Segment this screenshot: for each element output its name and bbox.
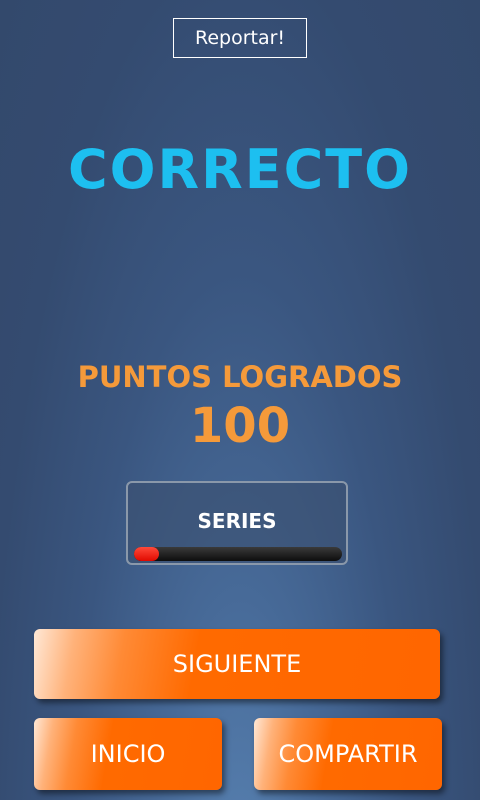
report-button[interactable]: Reportar! <box>173 18 307 58</box>
series-panel: SERIES <box>126 481 348 565</box>
series-progress-track <box>134 547 342 561</box>
series-label: SERIES <box>197 509 277 533</box>
home-button[interactable]: INICIO <box>34 718 222 790</box>
share-button[interactable]: COMPARTIR <box>254 718 442 790</box>
next-button[interactable]: SIGUIENTE <box>34 629 440 699</box>
points-label: PUNTOS LOGRADOS <box>77 360 403 394</box>
points-value: 100 <box>189 398 291 454</box>
series-progress-fill <box>134 547 159 561</box>
result-title: CORRECTO <box>68 138 412 201</box>
